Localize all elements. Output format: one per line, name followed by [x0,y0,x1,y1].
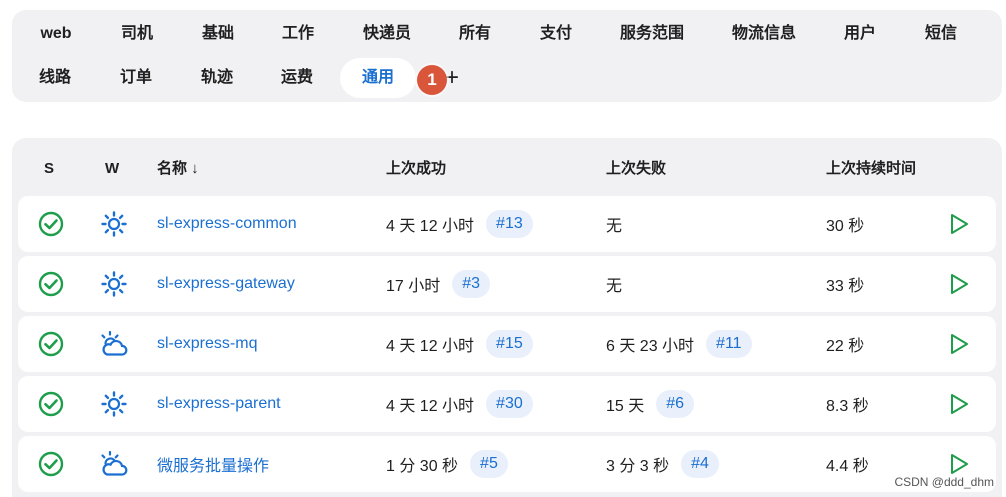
table-row: sl-express-common 4 天 12 小时 #13 无 30 秒 [18,196,996,252]
tab-courier[interactable]: 快递员 [353,14,421,54]
last-success-time: 4 天 12 小时 [386,398,475,415]
tab-web[interactable]: web [30,14,81,54]
last-duration: 33 秒 [826,278,865,295]
column-header-last-failure[interactable]: 上次失败 [606,158,666,180]
last-success-time: 17 小时 [386,278,441,295]
last-success-build-link[interactable]: #3 [452,270,491,298]
column-header-name[interactable]: 名称 ↓ [157,158,199,180]
watermark: CSDN @ddd_dhm [894,475,994,489]
success-status-icon [38,316,64,372]
success-status-icon [38,196,64,252]
tab-payment[interactable]: 支付 [530,14,582,54]
tab-base[interactable]: 基础 [192,14,244,54]
column-header-weather[interactable]: W [105,158,119,180]
success-status-icon [38,376,64,432]
success-status-icon [38,436,64,492]
last-success-build-link[interactable]: #5 [470,450,508,478]
tab-work[interactable]: 工作 [272,14,324,54]
schedule-build-play-icon[interactable] [948,256,970,312]
last-failure-build-link[interactable]: #6 [656,390,695,418]
tab-freight[interactable]: 运费 [271,58,323,98]
last-failure-time: 无 [606,278,623,295]
sun-icon [100,376,128,432]
last-success-time: 4 天 12 小时 [386,338,475,355]
tab-driver[interactable]: 司机 [111,14,163,54]
last-duration: 4.4 秒 [826,458,869,475]
tab-logistics-info[interactable]: 物流信息 [722,14,806,54]
tab-route[interactable]: 线路 [29,58,81,98]
last-failure-time: 无 [606,218,623,235]
job-name-link[interactable]: sl-express-parent [157,395,281,413]
last-success-build-link[interactable]: #13 [486,210,533,238]
table-row: sl-express-parent 4 天 12 小时 #30 15 天 #6 8.3 秒 [18,376,996,432]
job-name-link[interactable]: sl-express-gateway [157,275,295,293]
last-failure-time: 15 天 [606,398,645,415]
job-name-link[interactable]: sl-express-common [157,215,297,233]
schedule-build-play-icon[interactable] [948,376,970,432]
last-duration: 8.3 秒 [826,398,869,415]
last-success-time: 1 分 30 秒 [386,458,459,475]
cloudy-sun-icon [99,436,129,492]
column-header-last-duration[interactable]: 上次持续时间 [826,158,916,180]
cloudy-sun-icon [99,316,129,372]
job-name-link[interactable]: 微服务批量操作 [157,452,269,476]
tab-user[interactable]: 用户 [834,14,886,54]
add-view-button[interactable]: + [445,64,459,92]
table-row: sl-express-mq 4 天 12 小时 #15 6 天 23 小时 #11 22 … [18,316,996,372]
tab-track[interactable]: 轨迹 [191,58,243,98]
tab-sms[interactable]: 短信 [915,14,967,54]
view-tabs-row-1: web 司机 基础 工作 快递员 所有 支付 服务范围 物流信息 用户 短信 [12,14,1002,54]
jobs-table: S W 名称 ↓ 上次成功 上次失败 上次持续时间 sl-express-com… [12,138,1002,497]
last-failure-build-link[interactable]: #4 [681,450,719,478]
tab-all[interactable]: 所有 [449,14,501,54]
schedule-build-play-icon[interactable] [948,316,970,372]
schedule-build-play-icon[interactable] [948,196,970,252]
sun-icon [100,256,128,312]
column-header-status[interactable]: S [44,158,54,180]
table-row: sl-express-gateway 17 小时 #3 无 33 秒 [18,256,996,312]
job-name-link[interactable]: sl-express-mq [157,335,257,353]
last-duration: 22 秒 [826,338,865,355]
tab-general[interactable]: 通用 [340,58,416,98]
last-failure-build-link[interactable]: #11 [706,330,752,358]
last-failure-time: 6 天 23 小时 [606,338,695,355]
column-header-last-success[interactable]: 上次成功 [386,158,446,180]
last-success-build-link[interactable]: #15 [486,330,533,358]
sun-icon [100,196,128,252]
callout-badge-1: 1 [417,65,447,95]
tab-order[interactable]: 订单 [110,58,162,98]
table-row: 微服务批量操作 1 分 30 秒 #5 3 分 3 秒 #4 4.4 秒 [18,436,996,492]
last-success-time: 4 天 12 小时 [386,218,475,235]
last-failure-time: 3 分 3 秒 [606,458,670,475]
last-duration: 30 秒 [826,218,865,235]
tab-service-scope[interactable]: 服务范围 [610,14,694,54]
success-status-icon [38,256,64,312]
view-tabs-row-2: 线路 订单 轨迹 运费 通用 + [12,58,1002,98]
view-tabs-panel: web 司机 基础 工作 快递员 所有 支付 服务范围 物流信息 用户 短信 线… [12,10,1002,102]
last-success-build-link[interactable]: #30 [486,390,533,418]
